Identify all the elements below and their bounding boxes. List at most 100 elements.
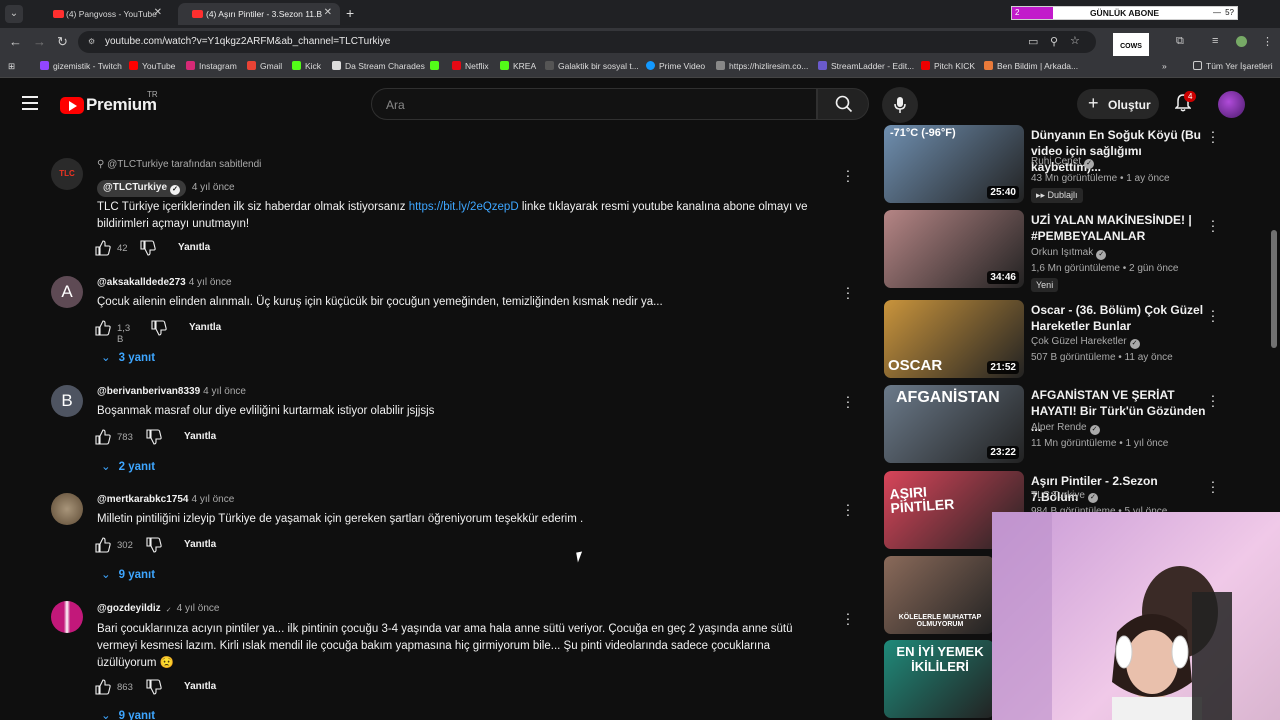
video-thumbnail[interactable]: KÖLELERLE MUHATTAP OLMUYORUM — [884, 556, 994, 634]
like-icon[interactable] — [95, 679, 111, 695]
video-thumbnail[interactable]: AFGANİSTAN 23:22 — [884, 385, 1024, 463]
site-info-icon[interactable]: ⚙ — [88, 37, 95, 46]
video-channel[interactable]: Orkun Işıtmak ✓ — [1031, 247, 1107, 260]
video-title[interactable]: Oscar - (36. Bölüm) Çok Güzel Hareketler… — [1031, 302, 1206, 334]
bookmark-item[interactable]: KREA — [500, 61, 536, 71]
comment-options-icon[interactable]: · · · — [843, 280, 853, 304]
comment-time[interactable]: 4 yıl önce — [189, 277, 232, 288]
bookmark-item[interactable]: Netflix — [452, 61, 489, 71]
comment-author[interactable]: @mertkarabkc1754 — [97, 494, 188, 505]
apps-icon[interactable]: ⊞ — [8, 61, 15, 72]
search-button[interactable] — [817, 88, 869, 120]
browser-tab[interactable]: (4) Pangvoss - YouTube ✕ — [20, 3, 170, 25]
extensions-icon[interactable]: ⧉ — [1176, 35, 1184, 48]
bookmark-item[interactable]: YouTube — [129, 61, 175, 71]
browser-menu-icon[interactable]: ⋮ — [1262, 35, 1273, 48]
close-icon[interactable]: ✕ — [324, 7, 332, 18]
video-thumbnail[interactable]: 34:46 — [884, 210, 1024, 288]
search-input[interactable]: Ara — [371, 88, 817, 120]
scrollbar[interactable] — [1271, 230, 1277, 348]
close-icon[interactable]: ✕ — [154, 7, 162, 18]
video-options-icon[interactable]: · · · — [1208, 474, 1218, 498]
forward-icon[interactable]: → — [33, 34, 46, 49]
tlc-avatar[interactable]: TLC — [51, 158, 83, 190]
comment-author[interactable]: @TLCTurkiye ✓ — [97, 180, 187, 197]
like-icon[interactable] — [95, 320, 111, 336]
reply-button[interactable]: Yanıtla — [184, 681, 216, 692]
notifications-button[interactable]: 4 — [1174, 91, 1197, 117]
create-button[interactable]: + Oluştur — [1077, 89, 1159, 119]
view-replies-button[interactable]: ⌄ 9 yanıt — [101, 708, 155, 720]
comment-time[interactable]: 4 yıl önce — [191, 494, 234, 505]
comment-options-icon[interactable]: · · · — [843, 389, 853, 413]
back-icon[interactable]: ← — [9, 34, 22, 49]
bookmark-item[interactable]: Ben Bildim | Arkada... — [984, 61, 1078, 71]
zoom-icon[interactable]: ⚲ — [1050, 35, 1058, 48]
profile-icon[interactable] — [1236, 36, 1247, 47]
comment-options-icon[interactable]: · · · — [843, 606, 853, 630]
menu-icon[interactable] — [22, 96, 38, 114]
reading-list-icon[interactable]: ≡ — [1212, 35, 1218, 47]
comment-options-icon[interactable]: · · · — [843, 163, 853, 187]
voice-search-button[interactable] — [882, 87, 918, 123]
address-bar[interactable]: ⚙ youtube.com/watch?v=Y1qkgz2ARFM&ab_cha… — [78, 31, 1096, 53]
video-channel[interactable]: Ruhi Çenet ✓ — [1031, 156, 1095, 169]
video-thumbnail[interactable]: OSCAR 21:52 — [884, 300, 1024, 378]
account-avatar[interactable] — [1218, 91, 1245, 118]
commenter-avatar[interactable]: B — [51, 385, 83, 417]
video-channel[interactable]: Çok Güzel Hareketler ✓ — [1031, 336, 1140, 349]
cast-icon[interactable]: ▭ — [1028, 35, 1038, 48]
view-replies-button[interactable]: ⌄ 3 yanıt — [101, 350, 155, 364]
video-options-icon[interactable]: · · · — [1208, 125, 1218, 148]
commenter-avatar[interactable] — [51, 493, 83, 525]
view-replies-button[interactable]: ⌄ 9 yanıt — [101, 567, 155, 581]
comment-time[interactable]: 4 yıl önce — [203, 386, 246, 397]
like-icon[interactable] — [95, 429, 111, 445]
more-bookmarks-icon[interactable]: » — [1162, 61, 1167, 71]
dislike-icon[interactable] — [146, 429, 162, 445]
reload-icon[interactable]: ↻ — [57, 34, 68, 50]
dislike-icon[interactable] — [151, 320, 167, 336]
browser-tab-active[interactable]: (4) Aşırı Pintiler - 3.Sezon 11.B ✕ — [178, 3, 340, 25]
comment-author[interactable]: @aksakalldede273 — [97, 277, 186, 288]
bookmark-item[interactable]: Pitch KICK — [921, 61, 975, 71]
video-options-icon[interactable]: · · · — [1208, 388, 1218, 412]
bookmark-star-icon[interactable]: ☆ — [1070, 34, 1080, 47]
video-title[interactable]: UZİ YALAN MAKİNESİNDE! | #PEMBEYALANLAR — [1031, 212, 1206, 244]
dislike-icon[interactable] — [140, 240, 156, 256]
reply-button[interactable]: Yanıtla — [184, 431, 216, 442]
reply-button[interactable]: Yanıtla — [189, 322, 221, 333]
view-replies-button[interactable]: ⌄ 2 yanıt — [101, 459, 155, 473]
like-icon[interactable] — [95, 537, 111, 553]
commenter-avatar[interactable] — [51, 601, 83, 633]
bookmark-item[interactable] — [430, 61, 443, 71]
new-tab-button[interactable]: + — [346, 5, 354, 21]
video-options-icon[interactable]: · · · — [1208, 213, 1218, 237]
comment-options-icon[interactable]: · · · — [843, 497, 853, 521]
commenter-avatar[interactable]: A — [51, 276, 83, 308]
bookmark-item[interactable]: Da Stream Charades — [332, 61, 425, 71]
comment-link[interactable]: https://bit.ly/2eQzepD — [409, 201, 519, 213]
video-thumbnail[interactable]: -71°C (-96°F) 25:40 — [884, 125, 1024, 203]
comment-author[interactable]: @berivanberivan8339 — [97, 386, 200, 397]
video-options-icon[interactable]: · · · — [1208, 303, 1218, 327]
comment-time[interactable]: 4 yıl önce — [177, 603, 220, 614]
video-thumbnail[interactable]: EN İYİ YEMEK İKİLİLERİ — [884, 640, 994, 718]
reply-button[interactable]: Yanıtla — [184, 539, 216, 550]
dislike-icon[interactable] — [146, 679, 162, 695]
bookmark-item[interactable]: Prime Video — [646, 61, 705, 71]
video-channel[interactable]: TLC Turkiye ✓ — [1031, 490, 1098, 503]
bookmark-item[interactable]: Instagram — [186, 61, 237, 71]
youtube-premium-logo[interactable]: Premium TR — [60, 90, 158, 114]
bookmark-item[interactable]: StreamLadder - Edit... — [818, 61, 914, 71]
dislike-icon[interactable] — [146, 537, 162, 553]
bookmark-item[interactable]: Gmail — [247, 61, 282, 71]
bookmark-item[interactable]: Galaktik bir sosyal t... — [545, 61, 639, 71]
bookmark-item[interactable]: gizemistik - Twitch — [40, 61, 122, 71]
bookmark-item[interactable]: https://hizliresim.co... — [716, 61, 808, 71]
reply-button[interactable]: Yanıtla — [178, 242, 210, 253]
all-bookmarks-folder[interactable]: Tüm Yer İşaretleri — [1193, 61, 1273, 71]
comment-author[interactable]: @gozdeyildiz — [97, 603, 161, 614]
bookmark-item[interactable]: Kick — [292, 61, 321, 71]
like-icon[interactable] — [95, 240, 111, 256]
